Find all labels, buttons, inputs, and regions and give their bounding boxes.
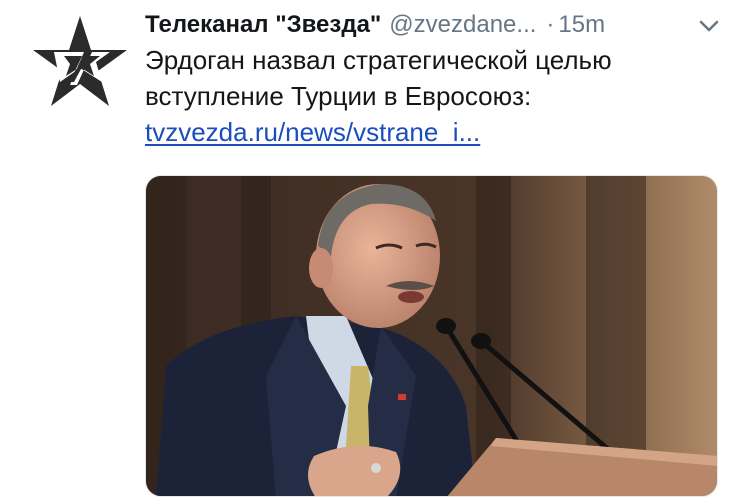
tweet-card[interactable]: Телеканал "Звезда" @zvezdane... · 15m Эр… xyxy=(0,0,750,504)
tweet-text: Эрдоган назвал стратегической целью всту… xyxy=(145,42,725,150)
speaker-at-podium-photo xyxy=(146,176,717,496)
avatar[interactable] xyxy=(30,12,130,112)
chevron-down-icon[interactable] xyxy=(696,13,722,39)
separator-dot: · xyxy=(546,11,555,38)
timestamp[interactable]: 15m xyxy=(558,8,605,42)
red-star-logo-icon xyxy=(33,16,127,106)
user-handle[interactable]: @zvezdane... xyxy=(389,8,536,42)
tweet-header: Телеканал "Звезда" @zvezdane... · 15m xyxy=(145,8,735,42)
tweet-text-line: Эрдоган назвал стратегической целью xyxy=(145,45,612,75)
tweet-photo[interactable] xyxy=(145,175,718,497)
tweet-link[interactable]: tvzvezda.ru/news/vstrane_i... xyxy=(145,117,480,147)
tweet-text-line: вступление Турции в Евросоюз: xyxy=(145,81,532,111)
display-name[interactable]: Телеканал "Звезда" xyxy=(145,8,381,42)
